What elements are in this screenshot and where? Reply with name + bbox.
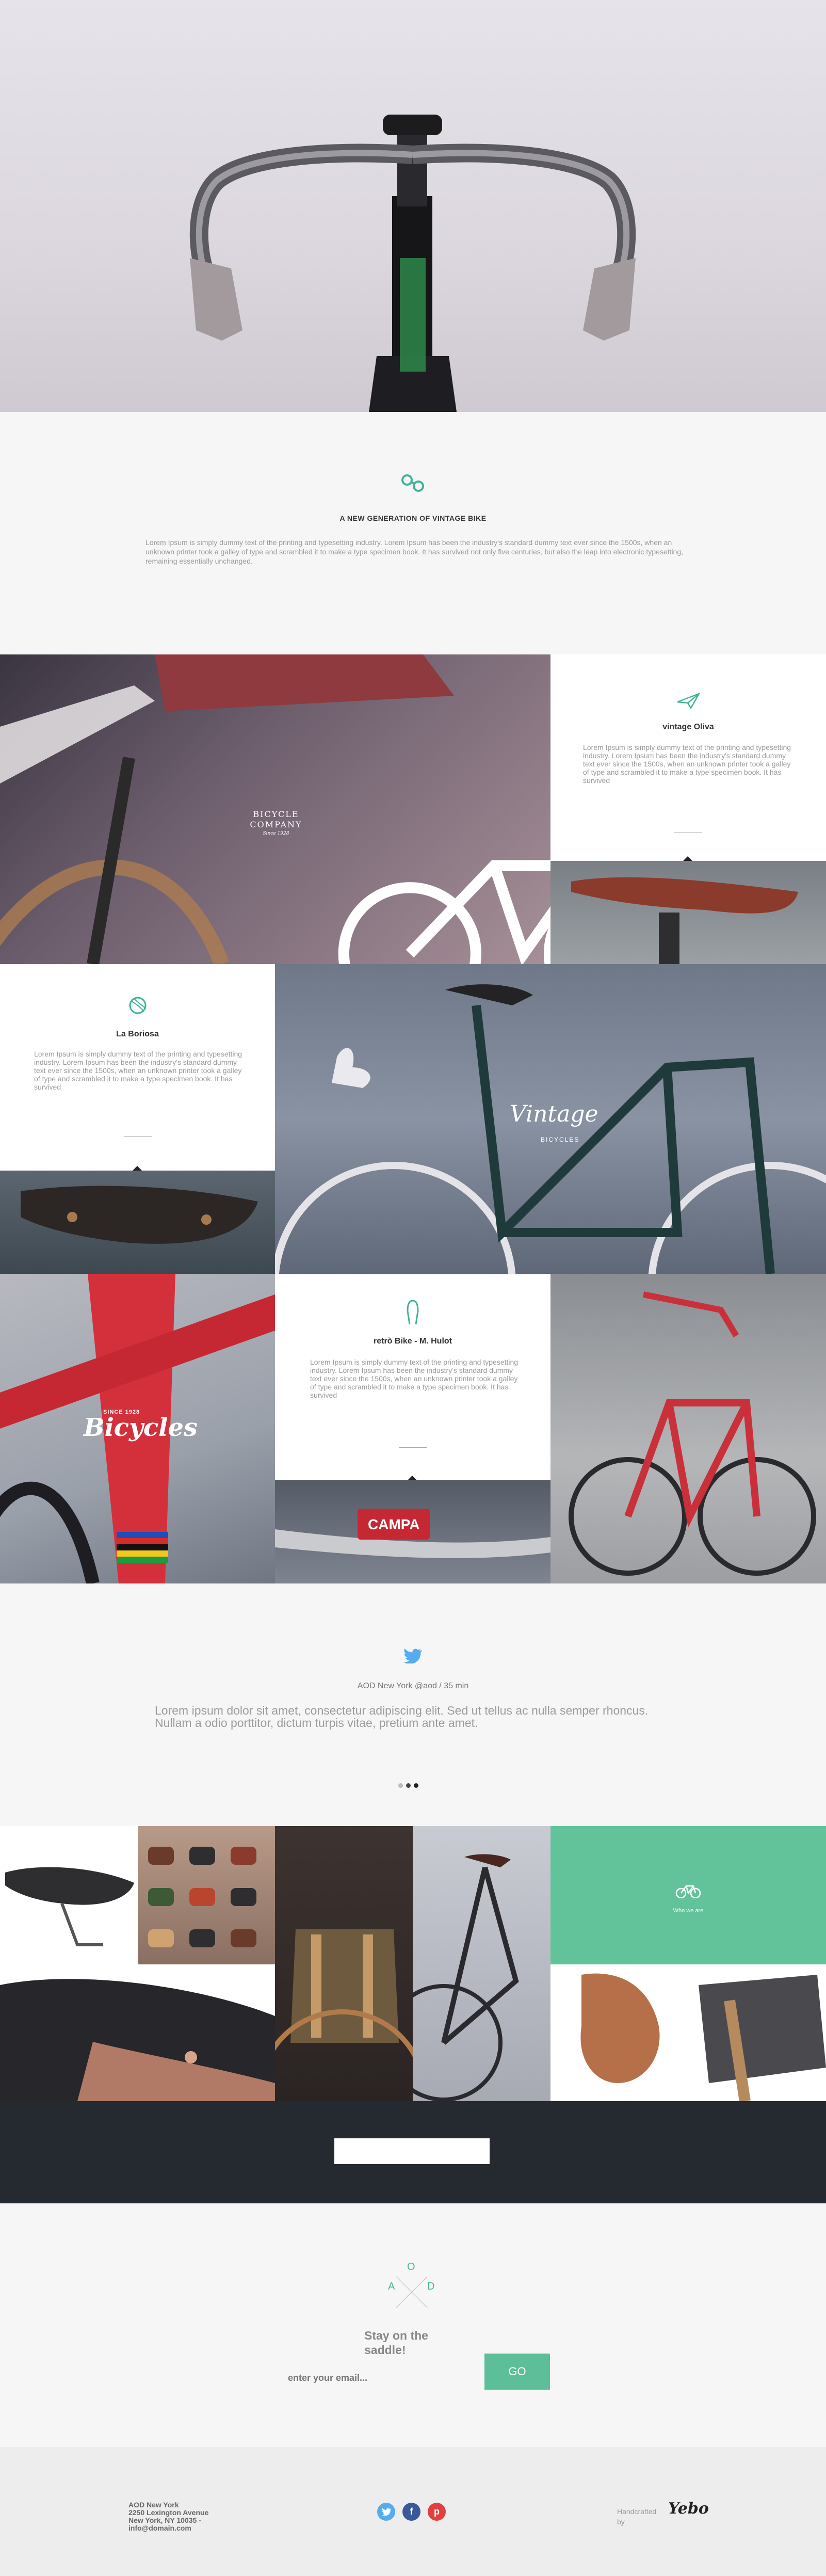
aod-logo-d: D — [427, 2281, 435, 2292]
badge-line1: BICYCLE — [253, 809, 299, 819]
vintage-bike-lake-photo: Vintage BICYCLES — [275, 964, 826, 1274]
address-line: New York, NY 10035 - — [128, 2516, 201, 2524]
card-divider — [399, 1447, 427, 1448]
card-title: La Boriosa — [116, 1030, 159, 1038]
newsletter-section: O A D Stay on the saddle! GO — [0, 2203, 826, 2447]
card-title: retrò Bike - M. Hulot — [373, 1337, 452, 1346]
gallery-saddle-top[interactable] — [0, 1826, 138, 1964]
tweet-text: Lorem ipsum dolor sit amet, consectetur … — [155, 1704, 649, 1730]
gallery-satchel[interactable] — [688, 1964, 826, 2101]
badge-line2: COMPANY — [250, 820, 302, 829]
handcrafted-line: Handcrafted — [617, 2507, 657, 2516]
gallery-brown-saddle[interactable] — [550, 1964, 688, 2101]
address-line: 2250 Lexington Avenue — [128, 2508, 209, 2517]
gallery-teal-panel[interactable]: Who we are — [550, 1826, 826, 1964]
saddle-photo — [550, 861, 826, 964]
go-button[interactable]: GO — [484, 2354, 550, 2390]
bicycle-company-logo — [338, 860, 550, 964]
leather-saddle-photo — [0, 1171, 275, 1274]
tweet-section: AOD New York @aod / 35 min Lorem ipsum d… — [0, 1583, 826, 1826]
gallery-bag-photo[interactable] — [275, 1826, 413, 2101]
bike-chain-icon — [401, 474, 424, 492]
card-text: Lorem Ipsum is simply dummy text of the … — [34, 1050, 242, 1091]
handcrafted-line: by — [617, 2518, 625, 2526]
hero-handlebar-photo — [0, 0, 826, 412]
address-email[interactable]: info@domain.com — [128, 2524, 208, 2532]
card-text: Lorem Ipsum is simply dummy text of the … — [583, 743, 791, 785]
carousel-dot-active[interactable] — [406, 1783, 411, 1788]
paper-plane-icon — [677, 692, 701, 710]
red-frame-photo: SINCE 1928 Bicycles — [0, 1274, 275, 1583]
card-text: Lorem Ipsum is simply dummy text of the … — [310, 1358, 519, 1399]
intro-text: Lorem Ipsum is simply dummy text of the … — [145, 538, 684, 565]
grips-photo: BICYCLE COMPANY Since 1928 — [0, 654, 550, 964]
bicycle-icon — [675, 1885, 701, 1898]
gallery-saddle-bottom[interactable] — [0, 1964, 275, 2101]
card-divider — [124, 1136, 152, 1137]
carousel-dot[interactable] — [398, 1783, 403, 1788]
facebook-icon[interactable]: f — [402, 2503, 420, 2521]
rim-label: CAMPA — [368, 1516, 420, 1532]
card-notch — [408, 1476, 417, 1480]
card-la-boriosa: La Boriosa Lorem Ipsum is simply dummy t… — [0, 964, 275, 1171]
footer: AOD New York 2250 Lexington Avenue New Y… — [0, 2447, 826, 2576]
aod-logo-a: A — [388, 2281, 395, 2292]
yebo-logo[interactable]: Yebo — [668, 2500, 709, 2518]
band-input-field[interactable] — [334, 2138, 490, 2164]
handcrafted-text: Handcrafted by — [617, 2508, 656, 2525]
intro-title: A NEW GENERATION OF VINTAGE BIKE — [339, 514, 487, 522]
red-bike-wall-photo — [550, 1274, 826, 1583]
card-notch — [133, 1166, 142, 1171]
vintage-logo-sub: BICYCLES — [541, 1136, 580, 1143]
address-line: AOD New York — [128, 2501, 179, 2509]
card-retro-bike: retrò Bike - M. Hulot Lorem Ipsum is sim… — [275, 1274, 550, 1480]
gallery-bike-photo[interactable] — [413, 1826, 550, 2101]
tweet-meta: AOD New York @aod / 35 min — [357, 1682, 469, 1690]
footer-address: AOD New York 2250 Lexington Avenue New Y… — [128, 2501, 208, 2532]
vintage-logo: Vintage — [510, 1101, 598, 1127]
dark-band — [0, 2101, 826, 2203]
badge-line3: Since 1928 — [263, 831, 289, 836]
teal-caption: Who we are — [673, 1908, 704, 1914]
card-title: vintage Oliva — [662, 723, 714, 731]
card-vintage-oliva: vintage Oliva Lorem Ipsum is simply dumm… — [550, 654, 826, 861]
twitter-icon[interactable] — [377, 2503, 395, 2521]
carousel-dot[interactable] — [414, 1783, 418, 1788]
card-notch — [683, 856, 692, 861]
aod-logo-o: O — [407, 2261, 415, 2273]
rim-photo: CAMPA — [275, 1480, 550, 1583]
yarn-icon — [129, 997, 147, 1014]
tongs-icon — [407, 1300, 419, 1325]
bicycles-logo: Bicycles — [84, 1413, 198, 1442]
gallery-saddle-shelf[interactable] — [138, 1826, 275, 1964]
intro-section: A NEW GENERATION OF VINTAGE BIKE Lorem I… — [0, 412, 826, 654]
pinterest-icon[interactable]: p — [428, 2503, 446, 2521]
twitter-bird-icon[interactable] — [403, 1648, 422, 1663]
newsletter-heading: Stay on the saddle! — [364, 2329, 428, 2357]
email-field[interactable] — [288, 2367, 391, 2388]
